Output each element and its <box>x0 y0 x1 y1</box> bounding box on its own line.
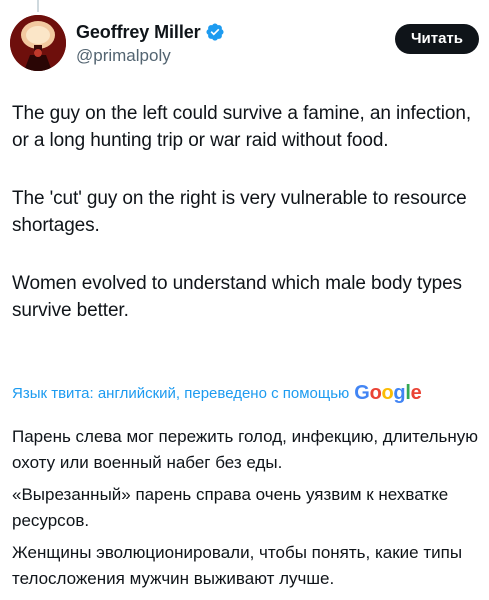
avatar-image <box>10 15 66 71</box>
google-logo: Google <box>354 381 421 405</box>
google-logo-letter: G <box>354 382 370 404</box>
tweet-paragraph: Women evolved to understand which male b… <box>12 273 462 321</box>
translated-text: Парень слева мог пережить голод, инфекци… <box>12 424 482 592</box>
translated-paragraph: Женщины эволюционировали, чтобы понять, … <box>12 543 463 588</box>
translated-paragraph: «Вырезанный» парень справа очень уязвим … <box>12 485 449 530</box>
google-logo-letter: g <box>393 382 406 404</box>
google-logo-letter: e <box>410 382 422 404</box>
avatar[interactable] <box>10 15 66 71</box>
translated-paragraph: Парень слева мог пережить голод, инфекци… <box>12 427 479 472</box>
author-handle[interactable]: @primalpoly <box>76 46 225 66</box>
translation-notice-text[interactable]: Язык твита: английский, переведено с пом… <box>12 385 349 402</box>
translation-notice[interactable]: Язык твита: английский, переведено с пом… <box>12 381 422 405</box>
thread-connector-line <box>37 0 39 12</box>
google-logo-letter: o <box>381 382 394 404</box>
verified-badge-icon <box>205 22 225 42</box>
tweet-text: The guy on the left could survive a fami… <box>12 100 482 324</box>
google-logo-letter: o <box>369 382 382 404</box>
tweet-header: Geoffrey Miller @primalpoly Читать <box>10 15 479 71</box>
tweet-paragraph: The 'cut' guy on the right is very vulne… <box>12 188 467 236</box>
author-info: Geoffrey Miller @primalpoly <box>76 21 225 66</box>
author-display-name[interactable]: Geoffrey Miller <box>76 22 201 43</box>
follow-button[interactable]: Читать <box>394 24 479 54</box>
tweet-paragraph: The guy on the left could survive a fami… <box>12 103 472 151</box>
